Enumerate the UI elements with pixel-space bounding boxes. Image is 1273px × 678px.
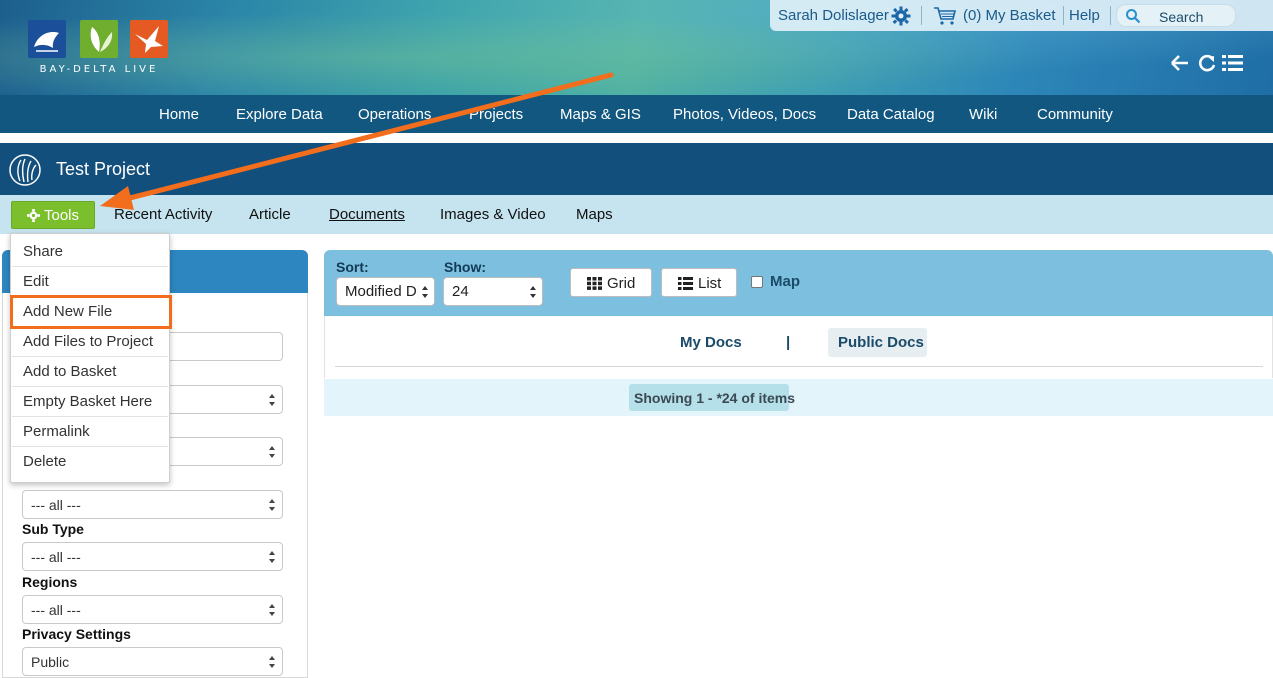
divider xyxy=(921,6,922,25)
show-select[interactable]: 24 xyxy=(443,277,543,306)
tools-label: Tools xyxy=(44,207,80,224)
my-basket-link[interactable]: (0) My Basket xyxy=(963,7,1056,24)
nav-maps-gis[interactable]: Maps & GIS xyxy=(560,106,641,123)
site-logo[interactable]: BAY-DELTA LIVE xyxy=(28,20,170,78)
regions-select[interactable]: --- all --- xyxy=(22,595,283,624)
header-tools xyxy=(1170,53,1245,73)
highlight-box xyxy=(10,295,172,329)
type-select[interactable]: --- all --- xyxy=(22,490,283,519)
fish-logo-icon xyxy=(28,20,66,58)
menu-item-label: Add Files to Project xyxy=(23,333,154,350)
menu-item-label: Permalink xyxy=(23,423,90,440)
menu-item-label: Edit xyxy=(23,273,49,290)
menu-item-edit[interactable]: Edit xyxy=(12,268,168,297)
refresh-icon[interactable] xyxy=(1199,54,1216,72)
leaf-logo-icon xyxy=(80,20,118,58)
tab-documents[interactable]: Documents xyxy=(329,206,405,223)
main-nav: Home Explore Data Operations Projects Ma… xyxy=(0,95,1273,133)
tab-recent-activity[interactable]: Recent Activity xyxy=(114,206,212,223)
menu-item-share[interactable]: Share xyxy=(12,238,168,267)
sort-select-value: Modified D xyxy=(345,283,417,300)
project-header: Test Project xyxy=(0,143,1273,195)
my-docs-tab[interactable]: My Docs xyxy=(680,334,742,351)
public-docs-label: Public Docs xyxy=(838,334,924,351)
sub-type-select-value: --- all --- xyxy=(31,549,81,565)
cart-icon[interactable] xyxy=(933,6,957,26)
nav-data-catalog[interactable]: Data Catalog xyxy=(847,106,935,123)
results-summary-row xyxy=(324,379,1273,416)
menu-item-label: Empty Basket Here xyxy=(23,393,153,410)
tab-maps[interactable]: Maps xyxy=(576,206,613,223)
nav-explore-data[interactable]: Explore Data xyxy=(236,106,323,123)
privacy-settings-value: Public xyxy=(31,654,70,670)
type-select-value: --- all --- xyxy=(31,497,81,513)
user-name-link[interactable]: Sarah Dolislager xyxy=(778,7,889,24)
menu-item-delete[interactable]: Delete xyxy=(12,448,168,477)
back-arrow-icon[interactable] xyxy=(1171,55,1188,71)
menu-item-add-files-to-project[interactable]: Add Files to Project xyxy=(12,328,168,357)
brand-name: BAY-DELTA LIVE xyxy=(39,64,159,75)
tab-images-video[interactable]: Images & Video xyxy=(440,206,546,223)
divider xyxy=(335,366,1263,367)
nav-operations[interactable]: Operations xyxy=(358,106,431,123)
menu-item-label: Add to Basket xyxy=(23,363,117,380)
nav-community[interactable]: Community xyxy=(1037,106,1113,123)
nav-spacer xyxy=(0,133,1273,143)
map-label[interactable]: Map xyxy=(770,273,800,290)
list-menu-icon[interactable] xyxy=(1222,55,1243,71)
gear-icon[interactable] xyxy=(891,6,911,26)
regions-select-value: --- all --- xyxy=(31,602,81,618)
docs-separator: | xyxy=(786,334,791,351)
nav-wiki[interactable]: Wiki xyxy=(969,106,997,123)
privacy-settings-select[interactable]: Public xyxy=(22,647,283,676)
project-title: Test Project xyxy=(56,159,151,179)
help-link[interactable]: Help xyxy=(1069,7,1100,24)
sort-label: Sort: xyxy=(336,259,369,275)
grid-view-button[interactable]: Grid xyxy=(570,268,652,297)
sort-select[interactable]: Modified D xyxy=(336,277,435,306)
sub-type-label: Sub Type xyxy=(22,521,84,537)
tools-button[interactable]: Tools xyxy=(11,201,95,229)
project-icon xyxy=(9,154,41,186)
nav-home[interactable]: Home xyxy=(159,106,199,123)
search-placeholder: Search xyxy=(1159,9,1204,25)
docs-scope-row xyxy=(324,316,1273,378)
menu-item-add-to-basket[interactable]: Add to Basket xyxy=(12,358,168,387)
public-docs-tab[interactable]: Public Docs xyxy=(828,328,927,357)
search-icon xyxy=(1125,8,1141,24)
results-count-badge: Showing 1 - *24 of items xyxy=(629,384,795,411)
grid-icon xyxy=(587,277,602,290)
menu-item-empty-basket-here[interactable]: Empty Basket Here xyxy=(12,388,168,417)
nav-photos-videos-docs[interactable]: Photos, Videos, Docs xyxy=(673,106,816,123)
list-icon xyxy=(678,277,693,290)
menu-item-label: Delete xyxy=(23,453,67,470)
regions-label: Regions xyxy=(22,574,78,590)
cog-icon xyxy=(27,209,40,222)
header-banner: BAY-DELTA LIVE Sarah Dolislager (0) My B… xyxy=(0,0,1273,95)
results-count-text: Showing 1 - *24 of items xyxy=(634,390,796,406)
bird-logo-icon xyxy=(130,20,168,58)
nav-projects[interactable]: Projects xyxy=(469,106,523,123)
menu-item-permalink[interactable]: Permalink xyxy=(12,418,168,447)
sub-type-select[interactable]: --- all --- xyxy=(22,542,283,571)
privacy-settings-label: Privacy Settings xyxy=(22,626,131,642)
show-select-value: 24 xyxy=(452,283,469,300)
list-view-button[interactable]: List xyxy=(661,268,737,297)
map-checkbox[interactable] xyxy=(751,276,763,288)
user-bar: Sarah Dolislager (0) My Basket Help Sear… xyxy=(770,0,1273,31)
divider xyxy=(1063,6,1064,25)
grid-label: Grid xyxy=(607,275,636,292)
show-label: Show: xyxy=(444,259,486,275)
search-input[interactable]: Search xyxy=(1116,4,1236,27)
list-label: List xyxy=(698,275,722,292)
tools-menu: Share Edit Add New File Add Files to Pro… xyxy=(10,233,170,483)
divider xyxy=(1110,6,1111,25)
tab-article[interactable]: Article xyxy=(249,206,291,223)
menu-item-label: Share xyxy=(23,243,64,260)
